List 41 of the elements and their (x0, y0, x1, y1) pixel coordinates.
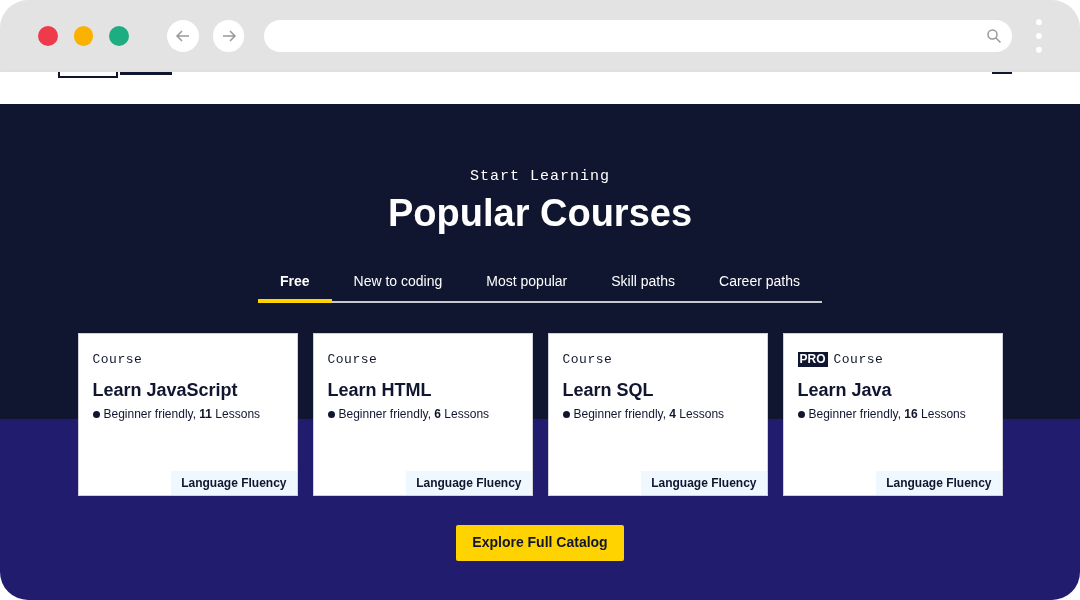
course-type: Course (327, 350, 378, 369)
bullet-icon (562, 410, 570, 418)
course-card[interactable]: Course Learn SQL Beginner friendly, 4 Lessons Language Fluency (547, 332, 768, 496)
back-arrow-icon (175, 28, 191, 44)
course-type: Course (833, 350, 884, 369)
menu-icon[interactable] (992, 72, 1012, 75)
course-type: Course (562, 350, 613, 369)
filter-tab[interactable]: Most popular (464, 264, 590, 303)
pro-badge: PRO (797, 351, 828, 367)
course-meta: Beginner friendly, 11 Lessons (103, 406, 261, 423)
course-tag: Language Fluency (876, 470, 1002, 495)
course-title: Learn HTML (326, 379, 433, 401)
explore-catalog-button[interactable]: Explore Full Catalog (456, 524, 624, 561)
more-options-icon[interactable] (1036, 19, 1043, 53)
filter-tab[interactable]: New to coding (331, 264, 465, 303)
course-card[interactable]: Course Learn HTML Beginner friendly, 6 Lessons Language Fluency (312, 332, 533, 496)
course-tag: Language Fluency (641, 470, 767, 495)
course-type: Course (92, 350, 143, 369)
bullet-icon (327, 410, 335, 418)
course-card[interactable]: Course Learn JavaScript Beginner friendly, 11 Lessons Language Fluency (77, 332, 298, 496)
course-title: Learn SQL (561, 379, 655, 401)
forward-arrow-icon (220, 28, 237, 44)
forward-button[interactable] (212, 20, 245, 52)
section-title: Popular Courses (387, 190, 693, 235)
course-title: Learn Java (796, 379, 893, 401)
back-button[interactable] (167, 20, 199, 52)
eyebrow-text: Start Learning (470, 167, 610, 187)
filter-tab[interactable]: Skill paths (589, 264, 698, 303)
course-tag: Language Fluency (171, 470, 297, 495)
filter-tab[interactable]: Career paths (697, 264, 822, 303)
course-meta: Beginner friendly, 16 Lessons (808, 406, 966, 423)
search-icon (986, 28, 1003, 44)
filter-tab[interactable]: Free (258, 264, 332, 303)
logo-drawing[interactable] (58, 72, 174, 78)
course-card[interactable]: PRO Course Learn Java Beginner friendly, 16 Lessons Language Fluency (782, 332, 1003, 496)
bullet-icon (797, 410, 805, 418)
course-meta: Beginner friendly, 4 Lessons (573, 406, 725, 423)
course-meta: Beginner friendly, 6 Lessons (338, 406, 490, 423)
bullet-icon (92, 410, 100, 418)
course-title: Learn JavaScript (91, 379, 239, 401)
course-tag: Language Fluency (406, 470, 532, 495)
